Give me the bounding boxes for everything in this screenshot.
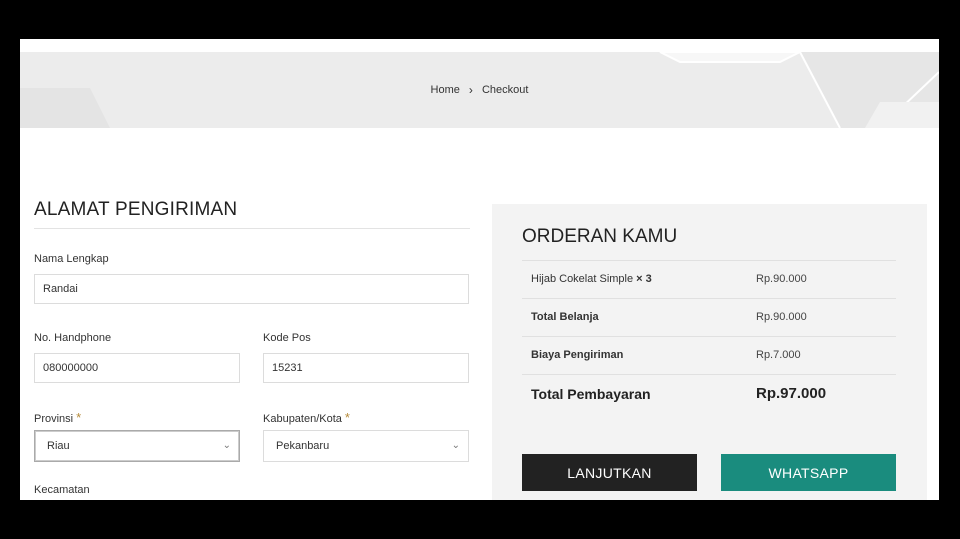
shipping-cost-label: Biaya Pengiriman [531, 349, 624, 361]
order-item-row: Hijab Cokelat Simple × 3 Rp.90.000 [522, 261, 896, 299]
province-label-text: Provinsi [34, 413, 74, 425]
postal-code-label: Kode Pos [263, 332, 311, 344]
product-name: Hijab Cokelat Simple [531, 273, 634, 285]
province-label: Provinsi * [34, 410, 81, 425]
order-summary-table: Hijab Cokelat Simple × 3 Rp.90.000 Total… [522, 260, 896, 413]
order-item-price: Rp.90.000 [756, 273, 807, 285]
total-payment-value: Rp.97.000 [756, 385, 827, 402]
checkout-page: Home › Checkout ALAMAT PENGIRIMAN Nama L… [20, 39, 939, 500]
order-item-name: Hijab Cokelat Simple × 3 [531, 273, 652, 285]
breadcrumb-separator-icon: › [468, 83, 473, 97]
city-selected-value: Pekanbaru [276, 440, 330, 452]
continue-button[interactable]: LANJUTKAN [522, 454, 697, 491]
province-select[interactable]: Riau ⌄ [34, 430, 240, 462]
province-selected-value: Riau [47, 440, 70, 452]
breadcrumb: Home › Checkout [20, 83, 939, 97]
total-payment-row: Total Pembayaran Rp.97.000 [522, 375, 896, 413]
whatsapp-button[interactable]: WHATSAPP [721, 454, 896, 491]
phone-label: No. Handphone [34, 332, 112, 344]
city-label: Kabupaten/Kota * [263, 410, 350, 425]
postal-code-input[interactable] [263, 353, 469, 383]
shipping-address-form: ALAMAT PENGIRIMAN Nama Lengkap No. Handp… [34, 199, 470, 496]
shipping-cost-row: Biaya Pengiriman Rp.7.000 [522, 337, 896, 375]
product-quantity: × 3 [636, 273, 652, 285]
page-banner: Home › Checkout [20, 52, 939, 128]
order-summary-panel: ORDERAN KAMU Hijab Cokelat Simple × 3 Rp… [492, 204, 927, 500]
city-select[interactable]: Pekanbaru ⌄ [263, 430, 469, 462]
subtotal-row: Total Belanja Rp.90.000 [522, 299, 896, 337]
chevron-down-icon: ⌄ [451, 440, 460, 451]
breadcrumb-current: Checkout [481, 84, 529, 96]
name-label: Nama Lengkap [34, 253, 109, 265]
required-mark: * [76, 410, 82, 425]
full-name-input[interactable] [34, 274, 469, 304]
order-summary-title: ORDERAN KAMU [522, 226, 678, 247]
phone-input[interactable] [34, 353, 240, 383]
total-payment-label: Total Pembayaran [531, 386, 651, 402]
district-label: Kecamatan [34, 484, 90, 496]
shipping-section-title: ALAMAT PENGIRIMAN [34, 199, 470, 229]
breadcrumb-home-link[interactable]: Home [431, 84, 460, 96]
city-label-text: Kabupaten/Kota [263, 413, 342, 425]
chevron-down-icon: ⌄ [222, 440, 231, 451]
shipping-cost-value: Rp.7.000 [756, 349, 801, 361]
subtotal-label: Total Belanja [531, 311, 599, 323]
required-mark: * [344, 410, 350, 425]
subtotal-value: Rp.90.000 [756, 311, 807, 323]
